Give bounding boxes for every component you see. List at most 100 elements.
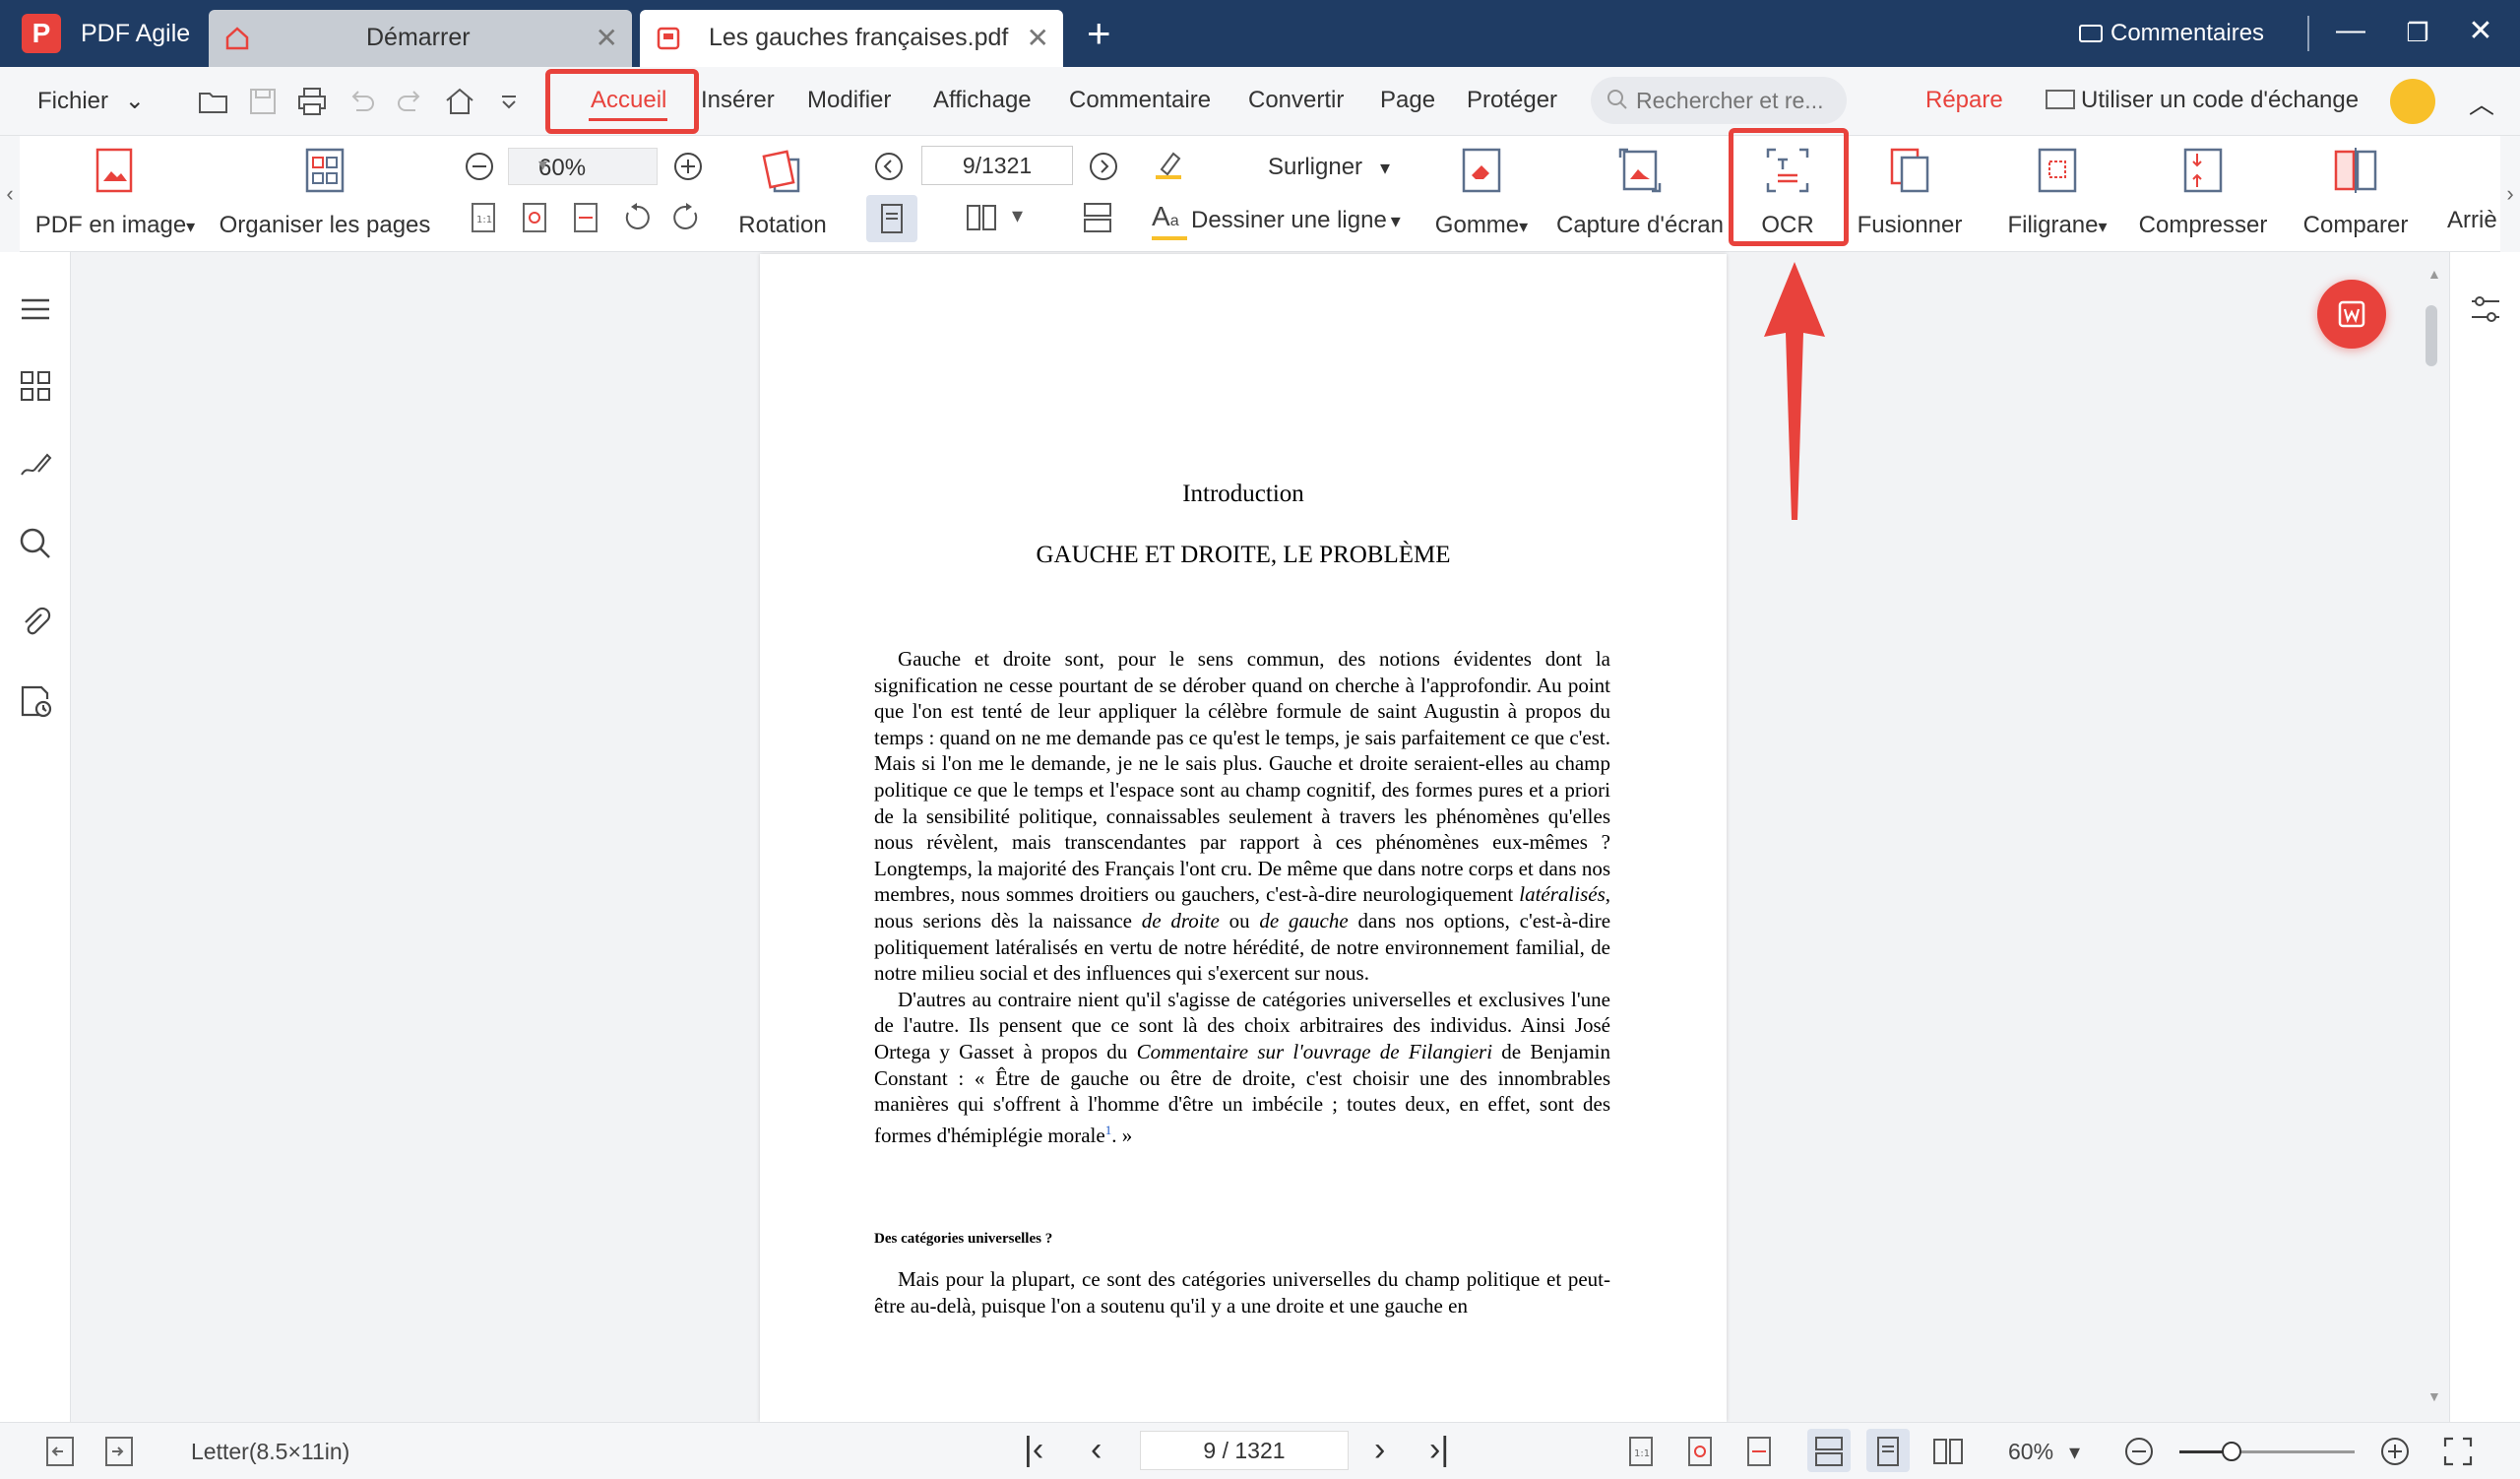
continuous-scroll-icon[interactable] — [1081, 201, 1114, 234]
save-icon[interactable] — [246, 85, 280, 118]
rotate-right-icon[interactable] — [669, 201, 703, 234]
zoom-out-icon[interactable] — [463, 150, 496, 183]
rotation-button[interactable]: Rotation — [728, 136, 837, 239]
zoom-out-icon[interactable] — [2122, 1435, 2156, 1468]
actual-size-icon[interactable]: 1:1 — [1624, 1435, 1658, 1468]
app-logo: P — [22, 14, 61, 53]
zoom-select[interactable]: 60% ▾ — [508, 148, 658, 185]
scroll-right-icon[interactable]: › — [2500, 136, 2520, 252]
menu-proteger[interactable]: Protéger — [1467, 87, 1557, 114]
convert-to-word-button[interactable] — [2317, 280, 2386, 349]
tab-document[interactable]: Les gauches françaises.pdf ✕ — [640, 10, 1063, 67]
zoom-in-icon[interactable] — [2378, 1435, 2412, 1468]
zoom-slider-handle[interactable] — [2222, 1442, 2242, 1461]
redo-icon[interactable] — [394, 85, 427, 118]
customize-toolbar-icon[interactable] — [492, 85, 526, 118]
screenshot-button[interactable]: Capture d'écran — [1551, 136, 1729, 239]
open-folder-icon[interactable] — [197, 85, 230, 118]
avatar[interactable] — [2390, 79, 2435, 124]
pdf-to-image-button[interactable]: PDF en image▾ — [32, 136, 199, 239]
ticket-icon — [2046, 90, 2075, 109]
close-icon[interactable]: ✕ — [1027, 22, 1049, 54]
scroll-up-icon[interactable]: ▲ — [2427, 266, 2441, 282]
attachment-icon[interactable] — [18, 605, 53, 640]
rotation-label: Rotation — [738, 212, 827, 238]
collapse-sidebar-icon[interactable] — [43, 1435, 77, 1468]
fit-width-icon[interactable] — [1742, 1435, 1776, 1468]
undo-icon[interactable] — [345, 85, 378, 118]
file-menu[interactable]: Fichier ⌄ — [37, 87, 145, 115]
scroll-left-icon[interactable]: ‹ — [0, 136, 20, 252]
highlighter-icon[interactable] — [1152, 148, 1185, 181]
highlight-button[interactable]: Surligner ▾ — [1268, 154, 1390, 181]
watermark-button[interactable]: Filigrane▾ — [1998, 136, 2116, 239]
document-history-icon[interactable] — [18, 683, 53, 719]
search-input[interactable] — [1636, 85, 1833, 116]
page-number-input[interactable]: 9/1321 — [921, 146, 1073, 185]
background-button[interactable]: Arriè — [2431, 136, 2500, 234]
two-page-icon[interactable] — [1931, 1435, 1965, 1468]
fit-page-icon[interactable] — [518, 201, 551, 234]
paragraph: D'autres au contraire nient qu'il s'agis… — [874, 987, 1611, 1147]
comments-button[interactable]: Commentaires — [2079, 20, 2264, 47]
tab-start[interactable]: Démarrer ✕ — [209, 10, 632, 67]
fullscreen-icon[interactable] — [2441, 1435, 2475, 1468]
repair-button[interactable]: Répare — [1925, 87, 2003, 114]
single-page-view-button[interactable] — [866, 195, 917, 242]
page-indicator-input[interactable]: 9 / 1321 — [1140, 1431, 1349, 1470]
restore-button[interactable]: ❐ — [2398, 18, 2437, 48]
minimize-button[interactable]: — — [2331, 14, 2370, 47]
chevron-down-icon: ▾ — [1380, 158, 1391, 179]
thumbnails-icon[interactable] — [18, 368, 53, 404]
chevron-down-icon[interactable]: ▾ — [1012, 203, 1023, 228]
zoom-select[interactable]: 60% ▾ — [2008, 1439, 2080, 1465]
expand-panel-icon[interactable] — [102, 1435, 136, 1468]
print-icon[interactable] — [295, 85, 329, 118]
new-tab-button[interactable]: + — [1087, 10, 1111, 57]
menu-affichage[interactable]: Affichage — [933, 87, 1032, 114]
next-page-icon[interactable] — [1087, 150, 1120, 183]
previous-page-button[interactable]: ‹ — [1091, 1431, 1102, 1469]
collapse-ribbon-icon[interactable]: ︿ — [2469, 85, 2494, 121]
merge-button[interactable]: Fusionner — [1851, 136, 1969, 239]
exchange-code-button[interactable]: Utiliser un code d'échange — [2046, 87, 2359, 114]
comment-icon — [2079, 25, 2103, 42]
search-box[interactable] — [1591, 77, 1847, 124]
signature-icon[interactable] — [18, 447, 53, 482]
menu-commentaire[interactable]: Commentaire — [1069, 87, 1211, 114]
home-icon[interactable] — [443, 85, 476, 118]
menu-convertir[interactable]: Convertir — [1248, 87, 1344, 114]
vertical-scrollbar[interactable] — [2426, 305, 2437, 366]
single-page-icon[interactable] — [1871, 1435, 1905, 1468]
word-convert-icon — [2338, 300, 2365, 328]
eraser-button[interactable]: Gomme▾ — [1427, 136, 1536, 239]
actual-size-icon[interactable]: 1:1 — [467, 201, 500, 234]
draw-line-button[interactable]: Dessiner une ligne ▾ — [1191, 207, 1401, 234]
menu-modifier[interactable]: Modifier — [807, 87, 891, 114]
first-page-button[interactable]: |‹ — [1024, 1431, 1043, 1469]
close-window-button[interactable]: ✕ — [2461, 14, 2500, 48]
compare-button[interactable]: Comparer — [2292, 136, 2420, 239]
zoom-in-icon[interactable] — [671, 150, 705, 183]
fit-page-icon[interactable] — [1683, 1435, 1717, 1468]
compress-icon — [2183, 148, 2223, 193]
menu-page[interactable]: Page — [1380, 87, 1435, 114]
close-icon[interactable]: ✕ — [596, 22, 618, 54]
menu-icon[interactable] — [18, 291, 53, 327]
fit-width-icon[interactable] — [569, 201, 602, 234]
rotate-left-icon[interactable] — [620, 201, 654, 234]
properties-sliders-icon[interactable] — [2468, 291, 2503, 327]
scroll-down-icon[interactable]: ▼ — [2427, 1388, 2441, 1404]
draw-line-icon[interactable]: Aa — [1152, 201, 1179, 232]
chevron-down-icon: ▾ — [538, 155, 548, 174]
next-page-button[interactable]: › — [1374, 1431, 1385, 1469]
last-page-button[interactable]: ›| — [1429, 1431, 1449, 1469]
menu-inserer[interactable]: Insérer — [701, 87, 775, 114]
previous-page-icon[interactable] — [872, 150, 906, 183]
divider — [2307, 16, 2309, 51]
continuous-scroll-icon[interactable] — [1812, 1435, 1846, 1468]
organize-pages-button[interactable]: Organiser les pages — [217, 136, 433, 239]
compress-button[interactable]: Compresser — [2134, 136, 2272, 239]
two-page-icon[interactable] — [965, 201, 998, 234]
search-icon[interactable] — [18, 526, 53, 561]
